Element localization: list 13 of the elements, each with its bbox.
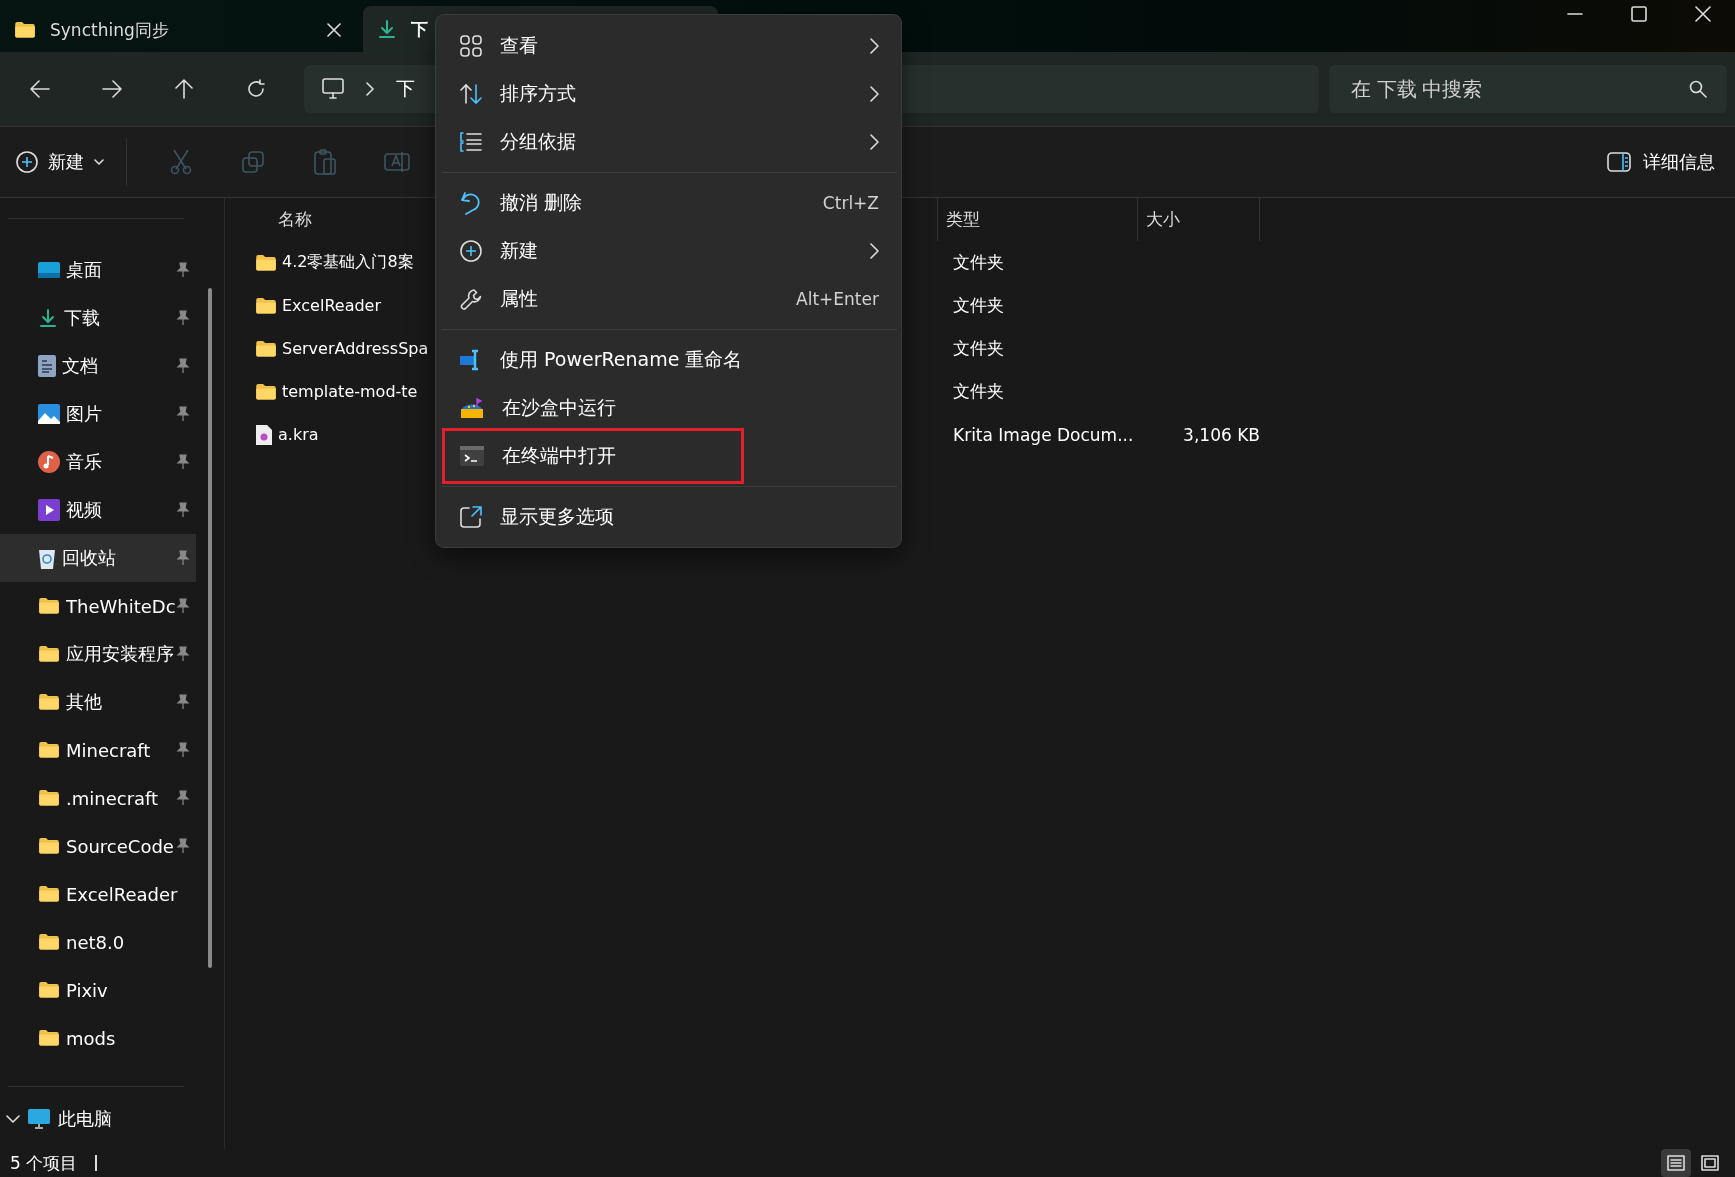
file-name: template-mod-te [282, 382, 418, 401]
file-size: 3,106 KB [1182, 424, 1260, 445]
file-type: 文件夹 [952, 337, 1005, 360]
item-count: 5 个项目 [10, 1151, 78, 1175]
file-name: ExcelReader [282, 296, 381, 315]
file-type: 文件夹 [952, 380, 1005, 403]
file-type: Krita Image Docum... [952, 424, 1135, 445]
file-name: 4.2零基础入门8案 [282, 252, 414, 273]
file-name: ServerAddressSpa [282, 339, 429, 358]
sidebar-label: 此电脑 [58, 1107, 112, 1131]
file-type: 文件夹 [952, 294, 1005, 317]
file-name: a.kra [278, 425, 319, 444]
file-type: 文件夹 [952, 251, 1005, 274]
